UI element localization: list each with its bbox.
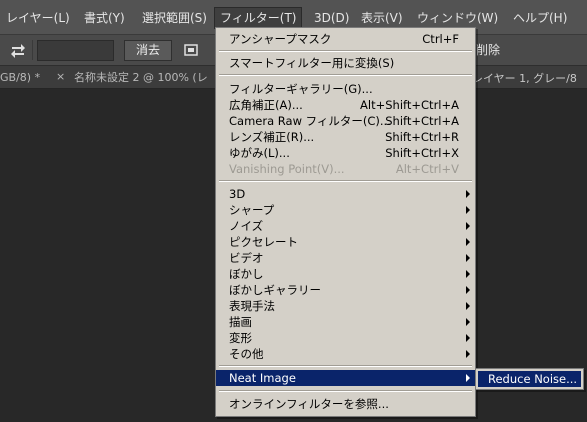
- filter-menu: アンシャープマスク Ctrl+F スマートフィルター用に変換(S) フィルターギ…: [215, 27, 476, 417]
- toolbar-divider: [32, 40, 33, 60]
- swap-icon[interactable]: [10, 42, 26, 58]
- menu-item-label: スマートフィルター用に変換(S): [229, 56, 395, 70]
- menu-item-label: ぼかしギャラリー: [229, 283, 321, 297]
- menu-separator: [219, 74, 472, 76]
- menu-item-shortcut: Shift+Ctrl+A: [385, 114, 459, 128]
- menu-item-label: ゆがみ(L)...: [229, 146, 290, 160]
- menu-item-label: ノイズ: [229, 219, 264, 233]
- menu-item-label: シャープ: [229, 203, 275, 217]
- menu-separator: [219, 365, 472, 367]
- menu-item-blur-gallery[interactable]: ぼかしギャラリー: [216, 282, 475, 298]
- menu-item-other[interactable]: その他: [216, 346, 475, 362]
- menu-item-video[interactable]: ビデオ: [216, 250, 475, 266]
- menu-item-pixelate[interactable]: ピクセレート: [216, 234, 475, 250]
- menu-item-label: フィルターギャラリー(G)...: [229, 82, 373, 96]
- submenu-arrow-icon: [466, 286, 470, 294]
- menu-item-camera-raw[interactable]: Camera Raw フィルター(C)... Shift+Ctrl+A: [216, 113, 475, 129]
- menu-item-label: 表現手法: [229, 299, 275, 313]
- menu-separator: [219, 180, 472, 182]
- tab-document-3[interactable]: レイヤー 1, グレー/8: [472, 70, 577, 86]
- submenu-arrow-icon: [466, 350, 470, 358]
- submenu-arrow-icon: [466, 318, 470, 326]
- menu-item-reduce-noise[interactable]: Reduce Noise...: [478, 371, 581, 387]
- menu-item-neat-image[interactable]: Neat Image: [216, 370, 475, 386]
- submenu-arrow-icon: [466, 254, 470, 262]
- menu-item-label: その他: [229, 347, 264, 361]
- submenu-arrow-icon: [466, 270, 470, 278]
- menu-item-unsharp-mask[interactable]: アンシャープマスク Ctrl+F: [216, 31, 475, 47]
- menu-item-render[interactable]: 描画: [216, 314, 475, 330]
- submenu-arrow-icon: [466, 190, 470, 198]
- close-icon[interactable]: ×: [56, 70, 65, 83]
- submenu-arrow-icon: [466, 222, 470, 230]
- menu-item-label: ピクセレート: [229, 235, 298, 249]
- value-field[interactable]: [37, 40, 114, 61]
- menu-item-label: 広角補正(A)...: [229, 98, 303, 112]
- menu-item-convert-smart-filter[interactable]: スマートフィルター用に変換(S): [216, 55, 475, 71]
- menu-item-shortcut: Ctrl+F: [422, 32, 459, 46]
- menu-item-label: Camera Raw フィルター(C)...: [229, 114, 391, 128]
- menu-item-shortcut: Shift+Ctrl+R: [385, 130, 459, 144]
- submenu-arrow-icon: [466, 302, 470, 310]
- menu-item-vanishing-point: Vanishing Point(V)... Alt+Ctrl+V: [216, 161, 475, 177]
- tab-document-2[interactable]: 名称未設定 2 @ 100% (レ: [74, 70, 208, 86]
- menu-item-label: 変形: [229, 331, 252, 345]
- menu-item-label: アンシャープマスク: [229, 32, 332, 46]
- menu-help[interactable]: ヘルプ(H): [512, 9, 568, 27]
- menu-item-label: オンラインフィルターを参照...: [229, 397, 389, 411]
- delete-label[interactable]: 削除: [476, 41, 500, 58]
- menu-item-shortcut: Alt+Shift+Ctrl+A: [360, 98, 459, 112]
- submenu-arrow-icon: [466, 206, 470, 214]
- submenu-arrow-icon: [466, 334, 470, 342]
- menu-window[interactable]: ウィンドウ(W): [416, 9, 499, 27]
- menu-item-blur[interactable]: ぼかし: [216, 266, 475, 282]
- menu-item-liquify[interactable]: ゆがみ(L)... Shift+Ctrl+X: [216, 145, 475, 161]
- menu-item-browse-online-filters[interactable]: オンラインフィルターを参照...: [216, 396, 475, 412]
- menu-select[interactable]: 選択範囲(S): [141, 9, 208, 27]
- clear-button[interactable]: 消去: [124, 40, 172, 61]
- submenu-arrow-icon: [466, 374, 470, 382]
- menu-layer[interactable]: レイヤー(L): [5, 9, 71, 27]
- menu-type[interactable]: 書式(Y): [83, 9, 126, 27]
- menu-3d[interactable]: 3D(D): [313, 9, 350, 27]
- menu-item-label: レンズ補正(R)...: [229, 130, 315, 144]
- menu-item-stylize[interactable]: 表現手法: [216, 298, 475, 314]
- menu-item-distort[interactable]: 変形: [216, 330, 475, 346]
- menu-item-label: 3D: [229, 187, 246, 201]
- menu-item-label: Reduce Noise...: [488, 372, 578, 386]
- tab-document-1[interactable]: GB/8) *: [0, 70, 40, 86]
- menu-item-adaptive-wide-angle[interactable]: 広角補正(A)... Alt+Shift+Ctrl+A: [216, 97, 475, 113]
- menu-item-noise[interactable]: ノイズ: [216, 218, 475, 234]
- menu-item-label: Neat Image: [229, 371, 296, 385]
- menu-item-shortcut: Shift+Ctrl+X: [385, 146, 459, 160]
- menu-separator: [219, 50, 472, 52]
- menu-view[interactable]: 表示(V): [360, 9, 404, 27]
- menu-item-lens-correction[interactable]: レンズ補正(R)... Shift+Ctrl+R: [216, 129, 475, 145]
- tool-option-icon[interactable]: [183, 42, 199, 58]
- menu-item-filter-gallery[interactable]: フィルターギャラリー(G)...: [216, 81, 475, 97]
- menu-separator: [219, 390, 472, 392]
- menu-item-label: 描画: [229, 315, 252, 329]
- menu-item-sharpen[interactable]: シャープ: [216, 202, 475, 218]
- menu-item-label: Vanishing Point(V)...: [229, 162, 345, 176]
- menu-item-3d[interactable]: 3D: [216, 186, 475, 202]
- menu-item-shortcut: Alt+Ctrl+V: [395, 162, 459, 176]
- menu-item-label: ぼかし: [229, 267, 264, 281]
- menu-item-label: ビデオ: [229, 251, 264, 265]
- submenu-arrow-icon: [466, 238, 470, 246]
- menu-filter[interactable]: フィルター(T): [214, 7, 303, 29]
- neat-image-submenu: Reduce Noise...: [475, 368, 584, 390]
